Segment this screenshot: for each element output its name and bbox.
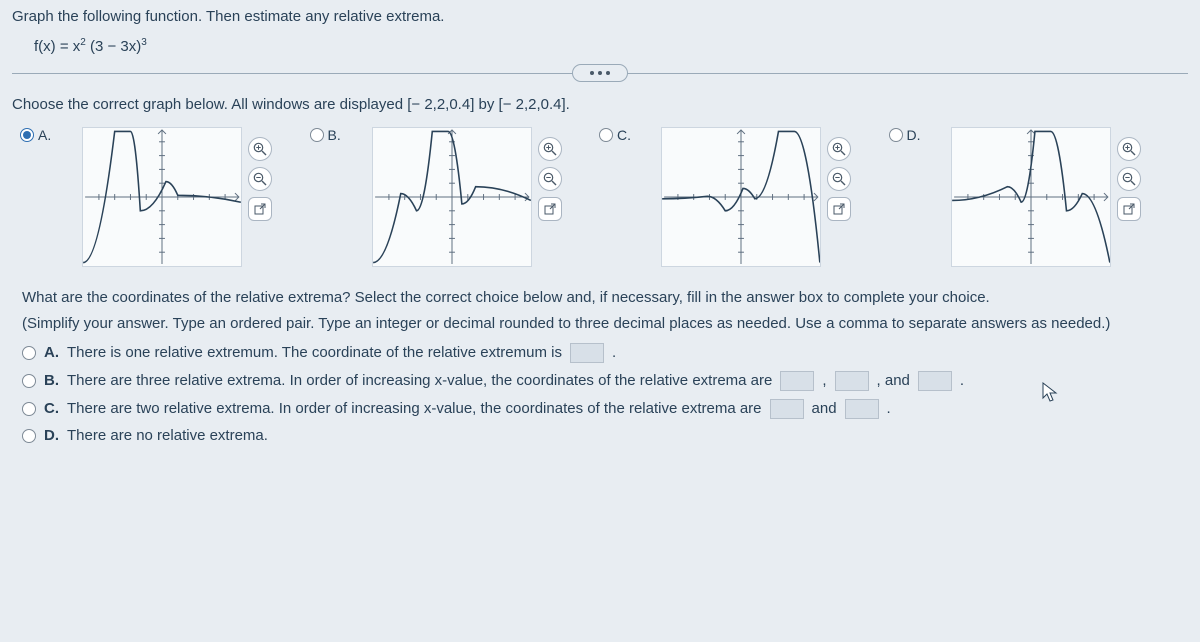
question-prompt: Graph the following function. Then estim… [12, 8, 1188, 25]
radio-answer-b[interactable] [22, 374, 36, 388]
graph-b [372, 127, 532, 267]
magnify-plus-icon [253, 142, 267, 156]
radio-graph-a[interactable] [20, 128, 34, 142]
zoom-out-b[interactable] [538, 167, 562, 191]
graph-a [82, 127, 242, 267]
answer-choice-a: A. There is one relative extremum. The c… [22, 343, 1188, 363]
input-b-2[interactable] [835, 371, 869, 391]
input-c-2[interactable] [845, 399, 879, 419]
extrema-question: What are the coordinates of the relative… [12, 287, 1188, 444]
radio-answer-c[interactable] [22, 402, 36, 416]
divider [12, 73, 1188, 74]
open-new-icon [253, 202, 267, 216]
magnify-minus-icon [1122, 172, 1136, 186]
graph-sub-prompt: Choose the correct graph below. All wind… [12, 96, 1188, 113]
answer-choice-d: D. There are no relative extrema. [22, 427, 1188, 444]
radio-graph-b[interactable] [310, 128, 324, 142]
zoom-out-d[interactable] [1117, 167, 1141, 191]
graph-c [661, 127, 821, 267]
zoom-out-a[interactable] [248, 167, 272, 191]
input-a-1[interactable] [570, 343, 604, 363]
magnify-minus-icon [832, 172, 846, 186]
zoom-in-a[interactable] [248, 137, 272, 161]
graph-label-b: B. [328, 127, 341, 143]
open-b[interactable] [538, 197, 562, 221]
input-b-3[interactable] [918, 371, 952, 391]
magnify-plus-icon [543, 142, 557, 156]
graph-label-a: A. [38, 127, 51, 143]
graph-choice-row: A. [12, 127, 1188, 267]
radio-graph-d[interactable] [889, 128, 903, 142]
graph-choice-b: B. [310, 127, 590, 267]
open-a[interactable] [248, 197, 272, 221]
magnify-minus-icon [253, 172, 267, 186]
open-new-icon [543, 202, 557, 216]
graph-label-d: D. [907, 127, 921, 143]
graph-d [951, 127, 1111, 267]
open-d[interactable] [1117, 197, 1141, 221]
radio-answer-a[interactable] [22, 346, 36, 360]
open-new-icon [1122, 202, 1136, 216]
zoom-in-c[interactable] [827, 137, 851, 161]
answer-choice-b: B. There are three relative extrema. In … [22, 371, 1188, 391]
open-c[interactable] [827, 197, 851, 221]
graph-choice-c: C. [599, 127, 879, 267]
input-b-1[interactable] [780, 371, 814, 391]
graph-choice-a: A. [20, 127, 300, 267]
magnify-plus-icon [832, 142, 846, 156]
magnify-plus-icon [1122, 142, 1136, 156]
graph-label-c: C. [617, 127, 631, 143]
radio-answer-d[interactable] [22, 429, 36, 443]
radio-graph-c[interactable] [599, 128, 613, 142]
answer-choice-c: C. There are two relative extrema. In or… [22, 399, 1188, 419]
question-line-1: What are the coordinates of the relative… [22, 287, 1188, 309]
zoom-out-c[interactable] [827, 167, 851, 191]
open-new-icon [832, 202, 846, 216]
input-c-1[interactable] [770, 399, 804, 419]
question-line-2: (Simplify your answer. Type an ordered p… [22, 313, 1188, 335]
dots-icon [590, 71, 610, 75]
magnify-minus-icon [543, 172, 557, 186]
graph-choice-d: D. [889, 127, 1169, 267]
more-button[interactable] [572, 64, 628, 82]
function-expression: f(x) = x2 (3 − 3x)3 [34, 37, 1188, 55]
zoom-in-d[interactable] [1117, 137, 1141, 161]
zoom-in-b[interactable] [538, 137, 562, 161]
